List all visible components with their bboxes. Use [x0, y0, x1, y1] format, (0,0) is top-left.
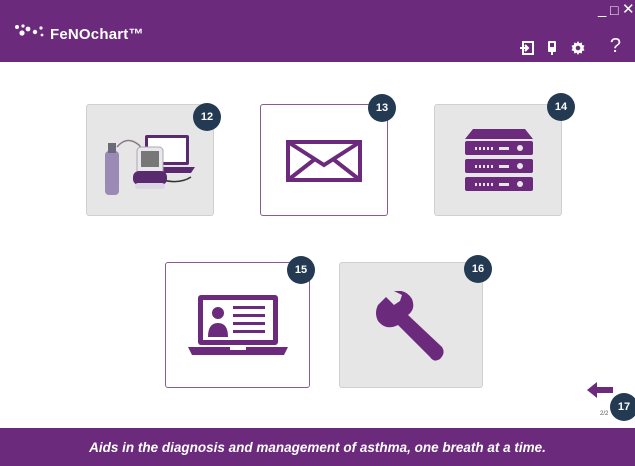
- app-title: FeNOchart™: [50, 26, 144, 43]
- device-icon[interactable]: [544, 40, 560, 56]
- tile-badge-13: 13: [368, 94, 396, 122]
- title-bar: FeNOchart™ _ □ ✕ ?: [0, 0, 635, 62]
- close-button[interactable]: ✕: [622, 2, 635, 18]
- server-icon: [465, 129, 533, 191]
- back-arrow-icon[interactable]: [587, 382, 615, 398]
- email-tile[interactable]: 13: [260, 94, 396, 216]
- tile-badge-14: 14: [547, 93, 575, 121]
- page-indicator: 2/2: [600, 411, 609, 417]
- server-tile[interactable]: 14: [434, 93, 575, 216]
- maintenance-tile[interactable]: 16: [339, 255, 492, 388]
- laptop-profile-icon: [188, 295, 288, 355]
- wrench-icon: [376, 291, 444, 361]
- envelope-icon: [286, 140, 362, 182]
- back-badge-17: 17: [610, 393, 635, 421]
- maximize-button[interactable]: □: [610, 2, 618, 18]
- tile-badge-12: 12: [193, 103, 221, 131]
- logout-icon[interactable]: [519, 40, 535, 56]
- minimize-button[interactable]: _: [598, 2, 606, 18]
- online-profile-tile[interactable]: 15: [165, 256, 315, 388]
- footer-bar: Aids in the diagnosis and management of …: [0, 428, 635, 466]
- tile-badge-16: 16: [464, 255, 492, 283]
- settings-gear-icon[interactable]: [570, 40, 586, 56]
- footer-tagline: Aids in the diagnosis and management of …: [89, 439, 546, 455]
- help-button[interactable]: ?: [610, 35, 621, 57]
- device-setup-tile[interactable]: 12: [86, 103, 221, 216]
- fenochart-logo-icon: [15, 24, 44, 37]
- device-setup-icon: [105, 135, 195, 195]
- tile-badge-15: 15: [287, 256, 315, 284]
